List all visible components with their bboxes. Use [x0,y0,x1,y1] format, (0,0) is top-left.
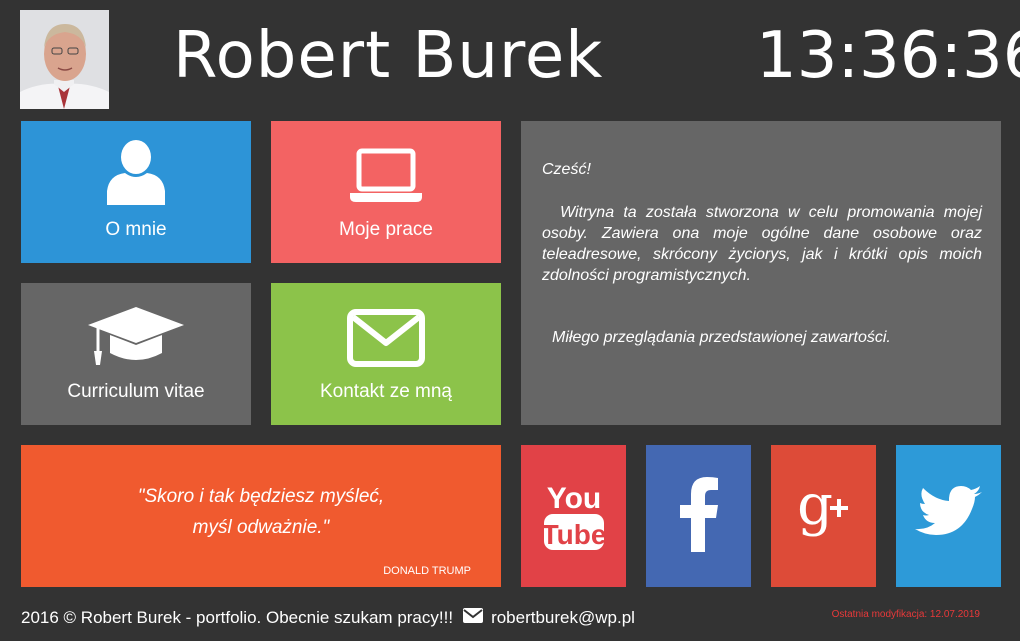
welcome-paragraph: Witryna ta została stworzona w celu prom… [542,204,982,284]
avatar [20,10,109,109]
footer-email: robertburek@wp.pl [491,608,635,627]
svg-text:You: You [546,482,600,515]
graduation-cap-icon [86,305,186,367]
welcome-closing: Miłego przeglądania przedstawionej zawar… [552,329,891,346]
page-title: Robert Burek [173,19,604,93]
twitter-link[interactable] [896,445,1001,587]
quote-author: DONALD TRUMP [383,565,471,577]
footer-email-link[interactable]: robertburek@wp.pl [463,608,635,628]
quote-text: "Skoro i tak będziesz myśleć, myśl odważ… [21,481,501,543]
facebook-icon [679,476,719,557]
tile-about-me-label: O mnie [105,219,167,240]
laptop-icon [348,147,424,205]
tile-contact-label: Kontakt ze mną [319,381,453,402]
facebook-link[interactable] [646,445,751,587]
welcome-greeting: Cześć! [542,161,591,178]
user-icon [105,139,167,205]
tile-curriculum-vitae[interactable]: Curriculum vitae [21,283,251,425]
quote-line-2: myśl odważnie." [192,517,330,538]
quote-panel: "Skoro i tak będziesz myśleć, myśl odważ… [21,445,501,587]
google-plus-link[interactable]: g [771,445,876,587]
quote-line-1: "Skoro i tak będziesz myśleć, [137,486,385,507]
footer-copyright: 2016 © Robert Burek - portfolio. Obecnie… [21,608,454,627]
tile-contact[interactable]: Kontakt ze mną [271,283,501,425]
tile-about-me[interactable]: O mnie [21,121,251,263]
clock: 13:36:36 [756,19,1020,93]
youtube-icon: You Tube [541,474,606,559]
tile-curriculum-vitae-label: Curriculum vitae [67,381,205,402]
svg-text:g: g [797,478,833,538]
last-modified: Ostatnia modyfikacja: 12.07.2019 [831,609,980,620]
svg-text:Tube: Tube [542,519,606,550]
tile-my-works[interactable]: Moje prace [271,121,501,263]
envelope-icon [463,608,491,628]
tile-my-works-label: Moje prace [339,219,433,240]
twitter-icon [914,485,984,548]
welcome-panel: Cześć! Witryna ta została stworzona w ce… [521,121,1001,425]
envelope-icon [347,309,425,367]
youtube-link[interactable]: You Tube [521,445,626,587]
google-plus-icon: g [789,473,859,555]
footer: 2016 © Robert Burek - portfolio. Obecnie… [21,608,635,628]
